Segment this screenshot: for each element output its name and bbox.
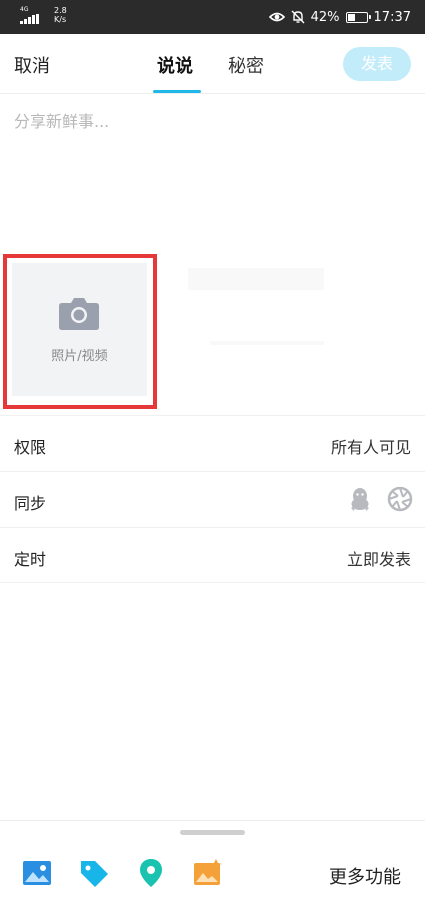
timer-row[interactable]: 定时 立即发表 xyxy=(0,527,425,583)
mute-bell-icon xyxy=(291,10,305,24)
battery-percent: 42% xyxy=(310,9,340,25)
post-text-input[interactable] xyxy=(14,108,409,228)
network-type: 4G xyxy=(20,6,29,13)
publish-button[interactable]: 发表 xyxy=(343,47,411,81)
timer-label: 定时 xyxy=(14,550,47,569)
status-time: 17:37 xyxy=(373,9,411,25)
camera-shutter-icon[interactable] xyxy=(387,486,413,512)
cancel-button[interactable]: 取消 xyxy=(14,52,50,78)
qq-penguin-icon[interactable] xyxy=(347,486,373,512)
location-icon[interactable] xyxy=(135,857,167,889)
drag-handle[interactable] xyxy=(180,830,245,835)
permission-row[interactable]: 权限 所有人可见 xyxy=(0,415,425,471)
sync-icons xyxy=(347,486,413,512)
header: 取消 说说 秘密 发表 xyxy=(0,34,425,94)
signal-icon: 4G xyxy=(20,6,46,26)
status-right: 42% 17:37 xyxy=(268,0,411,34)
battery-icon xyxy=(345,11,371,23)
timer-value: 立即发表 xyxy=(346,550,411,569)
add-photo-video-button[interactable]: 照片/视频 xyxy=(12,263,147,396)
photo-video-label: 照片/视频 xyxy=(51,349,108,364)
permission-label: 权限 xyxy=(14,438,47,457)
active-tab-indicator xyxy=(153,90,201,93)
background-fade-line xyxy=(210,341,324,345)
tag-icon[interactable] xyxy=(78,857,110,889)
more-features-button[interactable]: 更多功能 xyxy=(329,863,401,889)
status-left: 4G 2.8 K/s xyxy=(20,6,67,26)
image-icon[interactable] xyxy=(21,857,53,889)
net-speed-unit: K/s xyxy=(54,15,67,24)
eye-icon xyxy=(268,12,285,22)
tab-secret[interactable]: 秘密 xyxy=(228,52,264,78)
camera-icon xyxy=(59,298,99,330)
permission-value: 所有人可见 xyxy=(330,438,411,457)
status-bar: 4G 2.8 K/s 42% 17:37 xyxy=(0,0,425,34)
net-speed-value: 2.8 xyxy=(54,6,67,15)
net-speed: 2.8 K/s xyxy=(54,6,67,24)
photo-edit-icon[interactable] xyxy=(192,857,224,889)
tab-shuoshuo[interactable]: 说说 xyxy=(157,52,193,78)
sync-label: 同步 xyxy=(14,494,47,513)
sync-row: 同步 xyxy=(0,471,425,527)
bottom-toolbar: 更多功能 xyxy=(0,820,425,900)
background-fade xyxy=(188,268,324,290)
